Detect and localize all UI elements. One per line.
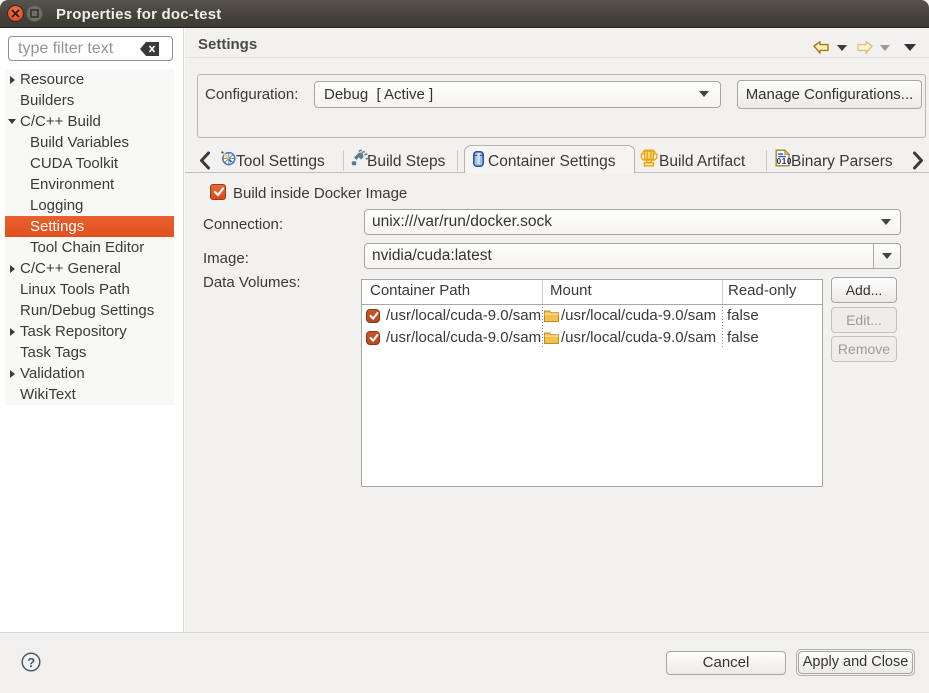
svg-text:?: ?: [27, 655, 35, 670]
svg-text:010: 010: [777, 157, 791, 166]
